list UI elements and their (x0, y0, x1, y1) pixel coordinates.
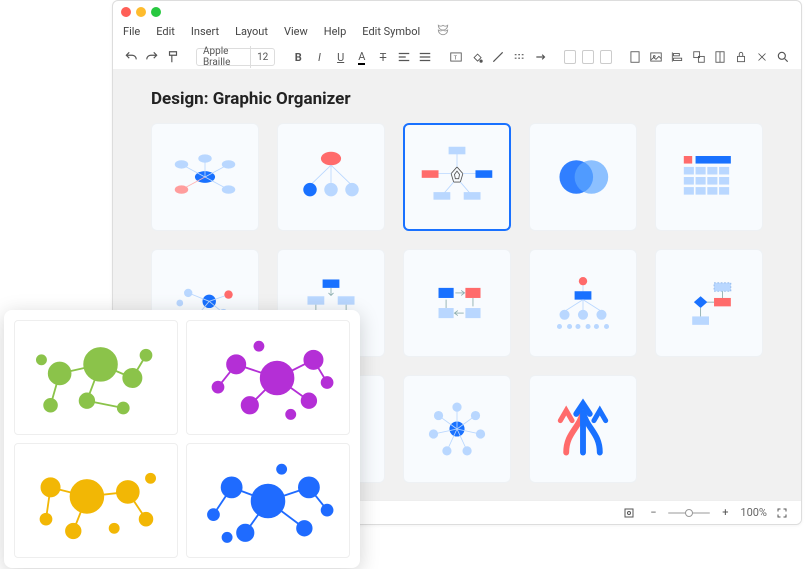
template-venn[interactable] (529, 123, 637, 231)
italic-button[interactable]: I (312, 48, 327, 66)
stroke-swatch[interactable] (582, 50, 594, 64)
lock-button[interactable] (733, 48, 748, 66)
zoom-in-button[interactable]: + (716, 504, 734, 522)
preview-panel (4, 310, 360, 568)
format-painter-button[interactable] (165, 48, 180, 66)
line-style-button[interactable] (512, 48, 527, 66)
text-box-button[interactable]: T (448, 48, 463, 66)
fill-color-button[interactable] (470, 48, 485, 66)
font-color-button[interactable]: A (354, 48, 369, 66)
align-justify-button[interactable] (418, 48, 433, 66)
redo-button[interactable] (144, 48, 159, 66)
fill-swatch[interactable] (564, 50, 576, 64)
template-merge-arrows[interactable] (529, 375, 637, 483)
fit-page-button[interactable] (620, 504, 638, 522)
search-button[interactable] (776, 48, 791, 66)
page-setup-button[interactable] (627, 48, 642, 66)
minimize-window-button[interactable] (136, 7, 146, 17)
menu-edit-symbol[interactable]: Edit Symbol (362, 25, 420, 38)
zoom-slider[interactable] (668, 512, 710, 514)
menu-layout[interactable]: Layout (235, 25, 268, 38)
template-hierarchy-2[interactable] (529, 249, 637, 357)
tools-button[interactable] (755, 48, 770, 66)
bold-button[interactable]: B (291, 48, 306, 66)
menu-view[interactable]: View (284, 25, 308, 38)
zoom-out-button[interactable]: − (644, 504, 662, 522)
align-left-button[interactable] (397, 48, 412, 66)
menubar: File Edit Insert Layout View Help Edit S… (113, 23, 801, 44)
toolbar: Apple Braille 12 B I U A T T (113, 44, 801, 71)
fullscreen-button[interactable] (773, 504, 791, 522)
underline-button[interactable]: U (333, 48, 348, 66)
line-tool-button[interactable] (491, 48, 506, 66)
template-org-chart-1[interactable] (277, 123, 385, 231)
menu-file[interactable]: File (123, 25, 140, 38)
strikethrough-button[interactable]: T (375, 48, 390, 66)
zoom-level-label: 100% (740, 506, 767, 519)
font-selector[interactable]: Apple Braille 12 (196, 48, 275, 66)
layers-button[interactable] (712, 48, 727, 66)
menu-insert[interactable]: Insert (191, 25, 219, 38)
font-name-label: Apple Braille (197, 46, 251, 68)
app-logo-icon (436, 23, 450, 40)
page-title: Design: Graphic Organizer (151, 89, 777, 109)
preview-network-purple[interactable] (186, 320, 350, 435)
titlebar (113, 1, 801, 23)
close-window-button[interactable] (121, 7, 131, 17)
undo-button[interactable] (123, 48, 138, 66)
maximize-window-button[interactable] (151, 7, 161, 17)
template-cycle-1[interactable] (403, 249, 511, 357)
menu-edit[interactable]: Edit (156, 25, 175, 38)
preview-network-yellow[interactable] (14, 443, 178, 558)
align-objects-button[interactable] (670, 48, 685, 66)
preview-network-green[interactable] (14, 320, 178, 435)
menu-help[interactable]: Help (324, 25, 347, 38)
preview-network-blue[interactable] (186, 443, 350, 558)
group-button[interactable] (691, 48, 706, 66)
template-calendar-grid[interactable] (655, 123, 763, 231)
svg-text:T: T (454, 55, 458, 61)
template-decision-flow[interactable] (655, 249, 763, 357)
shadow-swatch[interactable] (600, 50, 612, 64)
font-size-label: 12 (251, 52, 274, 63)
image-button[interactable] (649, 48, 664, 66)
template-radial-hub[interactable] (403, 375, 511, 483)
template-brainstorm-1[interactable] (151, 123, 259, 231)
arrow-style-button[interactable] (533, 48, 548, 66)
template-star-concept[interactable] (403, 123, 511, 231)
